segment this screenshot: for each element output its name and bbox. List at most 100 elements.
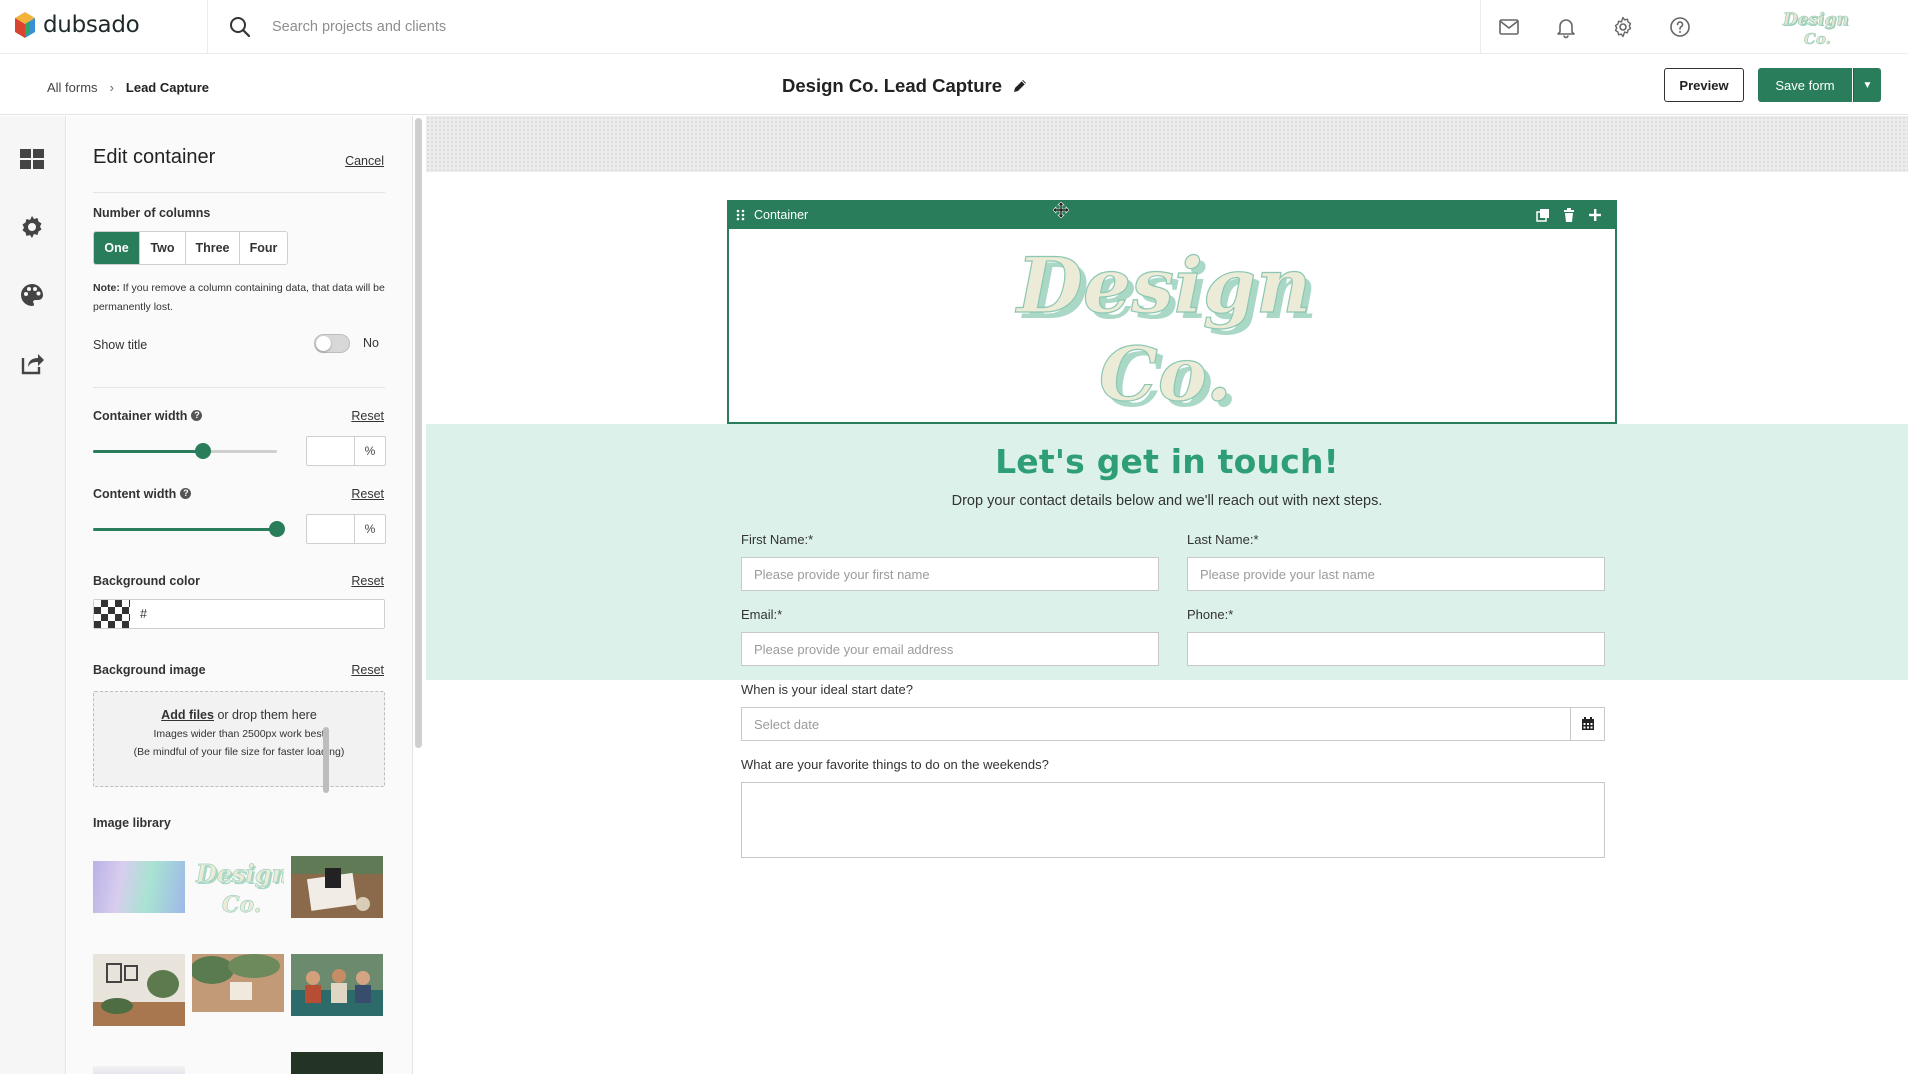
note-label: Note:: [93, 282, 120, 294]
panel-title: Edit container: [93, 146, 216, 168]
search-input[interactable]: [272, 14, 872, 40]
form-builder-header: All forms › Lead Capture Design Co. Lead…: [0, 55, 1908, 115]
container-toolbar[interactable]: Container: [729, 202, 1615, 229]
last-name-label: Last Name:*: [1187, 532, 1259, 547]
dropzone-hint: (Be mindful of your file size for faster…: [133, 746, 345, 758]
container-width-slider[interactable]: [93, 443, 277, 459]
pencil-icon[interactable]: [1012, 78, 1028, 94]
date-picker-button[interactable]: [1571, 707, 1605, 741]
add-files-link[interactable]: Add files: [161, 708, 214, 722]
slider-handle[interactable]: [195, 443, 212, 459]
search-icon[interactable]: [227, 14, 253, 40]
columns-four-button[interactable]: Four: [240, 232, 287, 264]
email-input[interactable]: [741, 632, 1159, 666]
percent-suffix: %: [354, 515, 385, 543]
show-title-label: Show title: [93, 338, 148, 352]
library-image-partial[interactable]: [93, 1066, 185, 1074]
percent-suffix: %: [354, 437, 385, 465]
library-image-desk[interactable]: [291, 856, 383, 918]
library-image-living-room[interactable]: [93, 954, 185, 1026]
calendar-icon: [1582, 717, 1594, 730]
plus-icon[interactable]: [1587, 207, 1603, 223]
email-label: Email:*: [741, 607, 783, 622]
settings-gear-icon[interactable]: [19, 214, 45, 240]
duplicate-icon[interactable]: [1535, 207, 1551, 223]
help-icon[interactable]: ?: [180, 488, 192, 499]
weekends-textarea[interactable]: [741, 782, 1605, 858]
dubsado-logo[interactable]: dubsado: [14, 11, 140, 39]
form-headline: Let's get in touch!: [995, 442, 1339, 481]
color-swatch[interactable]: [94, 600, 130, 628]
canvas-top-pattern: [426, 116, 1908, 172]
last-name-input[interactable]: [1187, 557, 1605, 591]
container-width-input[interactable]: %: [306, 436, 386, 466]
image-dropzone[interactable]: Add files or drop them here Images wider…: [93, 691, 385, 787]
bg-color-field[interactable]: [93, 599, 385, 629]
show-title-toggle[interactable]: [314, 334, 350, 353]
breadcrumb-current: Lead Capture: [125, 80, 209, 95]
bell-icon[interactable]: [1554, 15, 1578, 39]
dubsado-cube-icon: [15, 12, 35, 38]
dropzone-prompt: Add files or drop them here: [94, 708, 384, 722]
library-image-dark-forest[interactable]: [291, 1052, 383, 1074]
save-options-dropdown[interactable]: ▼: [1853, 68, 1881, 102]
drag-handle-icon[interactable]: [733, 207, 749, 223]
save-form-button[interactable]: Save form: [1758, 68, 1852, 102]
chevron-right-icon: ›: [109, 80, 114, 95]
content-width-field[interactable]: [307, 515, 355, 543]
columns-label: Number of columns: [93, 206, 211, 220]
help-icon[interactable]: [1668, 15, 1692, 39]
divider: [93, 192, 385, 193]
container-width-field[interactable]: [307, 437, 355, 465]
note-text: If you remove a column containing data, …: [93, 282, 385, 313]
slider-fill: [93, 450, 204, 453]
divider: [93, 387, 385, 388]
preview-button[interactable]: Preview: [1664, 68, 1744, 102]
weekends-label: What are your favorite things to do on t…: [741, 757, 1049, 772]
help-icon[interactable]: ?: [191, 410, 203, 421]
palette-icon[interactable]: [19, 282, 45, 308]
content-width-reset[interactable]: Reset: [351, 487, 384, 501]
content-width-input[interactable]: %: [306, 514, 386, 544]
top-navigation-bar: dubsado Design Design Co.: [0, 0, 1908, 54]
container-width-reset[interactable]: Reset: [351, 409, 384, 423]
gear-icon[interactable]: [1611, 15, 1635, 39]
account-brand-logo[interactable]: Design Design Co.: [1780, 6, 1850, 48]
columns-three-button[interactable]: Three: [186, 232, 240, 264]
design-co-logo-image: Design Design Co. Co.: [1014, 240, 1317, 420]
start-date-input[interactable]: [741, 707, 1571, 741]
image-library-label: Image library: [93, 816, 171, 830]
topbar-divider: [207, 0, 208, 54]
caret-down-icon: ▼: [1862, 79, 1873, 91]
library-scrollbar[interactable]: [323, 727, 329, 793]
library-image-gradient[interactable]: [93, 861, 185, 913]
slider-handle[interactable]: [269, 521, 285, 537]
phone-input[interactable]: [1187, 632, 1605, 666]
selected-container[interactable]: Container Design Design Co. Co.: [727, 200, 1617, 424]
bg-color-reset[interactable]: Reset: [351, 574, 384, 588]
share-icon[interactable]: [19, 350, 45, 376]
form-title[interactable]: Design Co. Lead Capture: [782, 75, 1002, 97]
content-width-slider[interactable]: [93, 521, 285, 537]
first-name-input[interactable]: [741, 557, 1159, 591]
bg-color-hex-input[interactable]: [140, 600, 380, 628]
library-image-plants[interactable]: [192, 954, 284, 1012]
topbar-divider: [1480, 0, 1481, 54]
app-name: dubsado: [43, 12, 140, 38]
columns-one-button[interactable]: One: [94, 232, 140, 264]
breadcrumb-all-forms[interactable]: All forms: [47, 80, 98, 95]
columns-two-button[interactable]: Two: [140, 232, 186, 264]
bg-image-reset[interactable]: Reset: [351, 663, 384, 677]
toggle-knob: [316, 336, 331, 351]
layout-grid-icon[interactable]: [19, 146, 45, 172]
mail-icon[interactable]: [1497, 15, 1521, 39]
library-image-logo[interactable]: Design Design Co.: [192, 856, 284, 918]
svg-text:Design: Design: [195, 859, 284, 888]
cancel-link[interactable]: Cancel: [345, 154, 384, 168]
trash-icon[interactable]: [1561, 207, 1577, 223]
library-image-team[interactable]: [291, 954, 383, 1016]
panel-scrollbar[interactable]: [415, 118, 422, 748]
content-width-text: Content width: [93, 487, 177, 501]
svg-text:Co.: Co.: [222, 892, 261, 918]
start-date-label: When is your ideal start date?: [741, 682, 913, 697]
